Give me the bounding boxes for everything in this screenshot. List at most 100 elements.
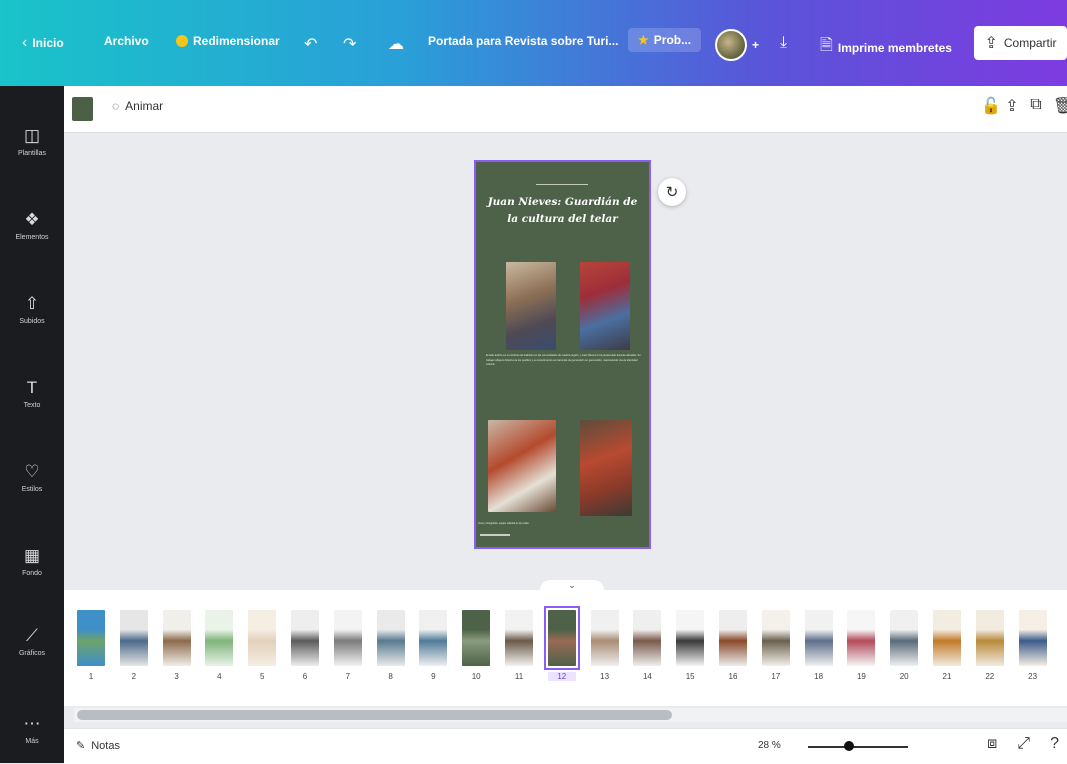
help-icon[interactable]: ? (1050, 735, 1059, 753)
page-thumbnail[interactable] (975, 610, 1004, 666)
fullscreen-icon[interactable]: ⤢ (1017, 735, 1030, 753)
page-thumbnail[interactable] (119, 610, 148, 666)
design-page[interactable]: Juan Nieves: Guardián de la cultura del … (474, 160, 651, 549)
page-body-text[interactable]: El telar andino es un símbolo de tradici… (486, 354, 641, 368)
page-thumbnail[interactable] (676, 610, 705, 666)
page-number: 6 (302, 672, 308, 681)
pro-button[interactable]: ★ Prob... (628, 28, 702, 52)
download-button[interactable]: ⤓ (780, 34, 787, 52)
page-number: 16 (728, 672, 738, 681)
sidebar-item-background[interactable]: ▦ Fondo (0, 546, 64, 577)
page-number: 8 (388, 672, 393, 681)
scrollbar-thumb[interactable] (77, 710, 672, 720)
page-thumbnail[interactable] (419, 610, 448, 666)
page-number: 22 (985, 672, 995, 681)
animate-button[interactable]: ◌ Animar (112, 99, 163, 113)
print-button[interactable]: 🗎 Imprime membretes (820, 34, 952, 61)
share-button[interactable]: ⇪ Compartir (974, 26, 1067, 60)
page-thumbnail[interactable] (761, 610, 790, 666)
photo-weaver-2[interactable] (580, 262, 630, 350)
page-thumbnail-image (1018, 610, 1047, 666)
zoom-level[interactable]: 28 % (758, 740, 781, 751)
sidebar-item-charts[interactable]: ⟋ Gráficos (0, 626, 64, 657)
decorative-line (536, 184, 588, 185)
page-thumbnail[interactable] (847, 610, 876, 666)
page-thumbnail[interactable] (505, 610, 533, 666)
page-thumbnail-strip: 1 2 3 4 5 6 7 8 9 10 11 12 13 14 15 16 17 18 19 20 21 22 23 (64, 590, 1067, 706)
undo-button[interactable]: ↶ (304, 34, 317, 54)
share-label: Compartir (1003, 36, 1057, 50)
notes-label: Notas (91, 739, 120, 752)
page-footer-text[interactable]: Texto y fotografías: equipo editorial de… (478, 522, 578, 526)
page-thumbnail[interactable] (77, 610, 105, 666)
sidebar-item-text[interactable]: T Texto (0, 378, 64, 409)
left-sidebar: ◫ Plantillas ❖ Elementos ⇧ Subidos T Tex… (0, 86, 64, 763)
page-thumbnail[interactable] (804, 610, 833, 666)
page-thumbnail-image (248, 610, 277, 666)
redo-button[interactable]: ↷ (343, 34, 356, 54)
page-thumbnail-image (933, 610, 961, 666)
share-icon: ⇪ (984, 35, 998, 52)
page-thumbnail-image (205, 610, 234, 666)
page-thumbnail-image (162, 610, 191, 666)
sidebar-item-elements[interactable]: ❖ Elementos (0, 210, 64, 241)
sidebar-item-uploads[interactable]: ⇧ Subidos (0, 294, 64, 325)
page-thumbnail[interactable] (248, 610, 277, 666)
grid-view-icon[interactable]: ⧈ (987, 735, 997, 753)
document-title[interactable]: Portada para Revista sobre Turi... (428, 34, 619, 48)
lock-icon[interactable]: 🔓 (981, 96, 1001, 116)
page-thumbnail[interactable] (590, 610, 619, 666)
page-thumbnail[interactable] (376, 610, 405, 666)
page-thumbnail-image (462, 610, 491, 666)
resize-button[interactable]: Redimensionar (176, 34, 280, 48)
page-thumbnail-image (804, 610, 833, 666)
horizontal-scrollbar[interactable] (74, 708, 1067, 722)
cloud-save-status[interactable]: ☁ (388, 34, 404, 54)
page-thumbnail-image (547, 610, 576, 666)
page-title[interactable]: Juan Nieves: Guardián de la cultura del … (484, 194, 641, 228)
share-page-icon[interactable]: ⇪ (1005, 96, 1019, 116)
page-thumbnail[interactable] (719, 610, 747, 666)
text-icon: T (26, 378, 38, 397)
file-menu[interactable]: Archivo (104, 34, 149, 48)
page-thumbnail[interactable] (543, 606, 580, 670)
page-thumbnail[interactable] (205, 610, 234, 666)
home-button[interactable]: ‹ Inicio (22, 34, 64, 52)
photo-weaver-3[interactable] (488, 420, 556, 512)
zoom-slider-track[interactable] (808, 746, 908, 748)
photo-weaver-4[interactable] (580, 420, 632, 516)
page-thumbnail[interactable] (162, 610, 191, 666)
trash-icon[interactable]: 🗑 (1053, 96, 1067, 116)
sidebar-item-styles[interactable]: ♡ Estilos (0, 462, 64, 493)
notes-button[interactable]: ✎ Notas (76, 739, 120, 753)
page-thumbnail[interactable] (333, 610, 362, 666)
elements-icon: ❖ (24, 210, 40, 229)
page-thumbnail[interactable] (890, 610, 919, 666)
sidebar-item-templates[interactable]: ◫ Plantillas (0, 126, 64, 157)
sidebar-item-label: Estilos (21, 486, 43, 493)
page-thumbnail-image (291, 610, 319, 666)
sidebar-item-more[interactable]: ⋯ Más (0, 714, 64, 745)
page-thumbnail[interactable] (633, 610, 662, 666)
upload-icon: ⇧ (24, 294, 40, 313)
page-number: 14 (642, 672, 652, 681)
page-thumbnail[interactable] (462, 610, 491, 666)
avatar (715, 29, 747, 61)
page-thumbnail[interactable] (933, 610, 961, 666)
page-number: 21 (942, 672, 952, 681)
page-number: 18 (814, 672, 824, 681)
photo-weaver-1[interactable] (506, 262, 556, 350)
page-thumbnail-image (77, 610, 105, 666)
collaborator-avatar[interactable]: + (715, 29, 759, 61)
page-number: 1 (88, 672, 94, 681)
add-collaborator-icon: + (752, 38, 760, 52)
templates-icon: ◫ (23, 126, 41, 145)
page-thumbnail[interactable] (1018, 610, 1047, 666)
page-thumbnail[interactable] (291, 610, 319, 666)
zoom-slider-knob[interactable] (844, 741, 854, 751)
page-number: 3 (174, 672, 179, 681)
rotate-button[interactable]: ↻ (658, 178, 686, 206)
crown-icon (176, 35, 188, 47)
background-color-swatch[interactable] (72, 97, 93, 121)
duplicate-icon[interactable]: ⧉ (1029, 96, 1043, 116)
